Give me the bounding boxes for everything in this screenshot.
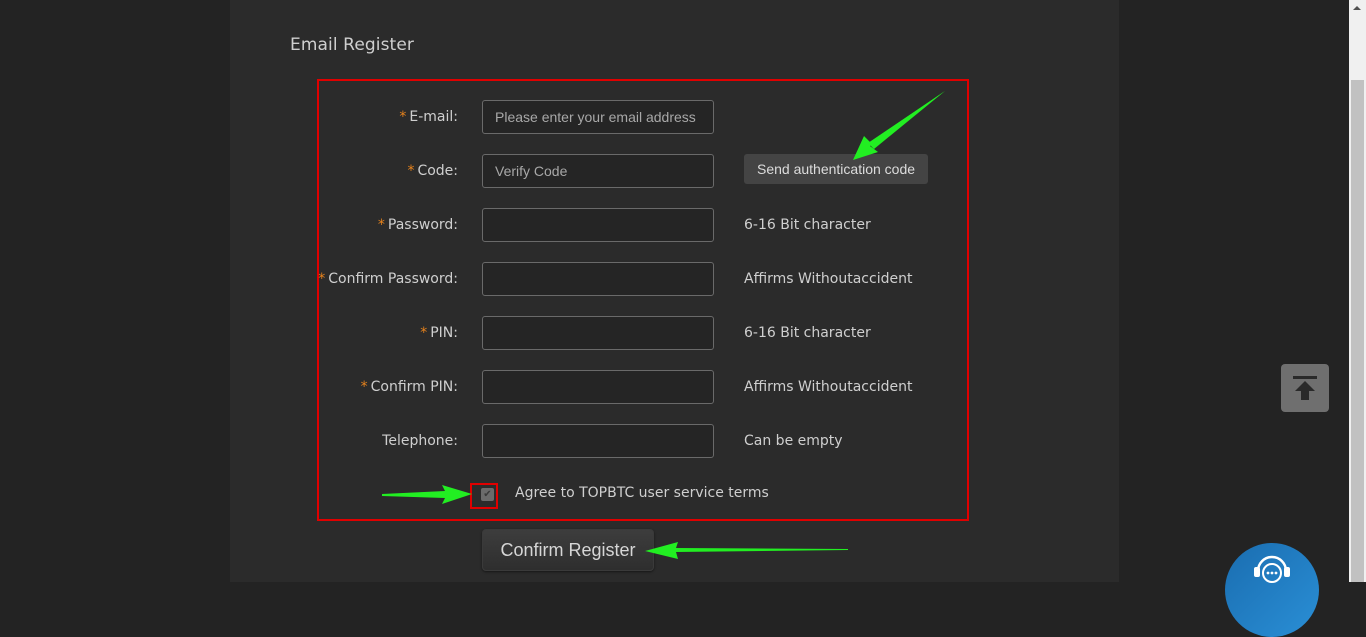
required-star: * (399, 109, 407, 125)
customer-service-headset-icon (1254, 555, 1290, 583)
telephone-label: Telephone: (382, 433, 458, 449)
vertical-scrollbar[interactable] (1349, 0, 1366, 582)
password-label: * Password: (377, 217, 458, 233)
confirm-password-label: * Confirm Password: (318, 271, 458, 287)
pin-input[interactable] (482, 316, 714, 350)
required-star: * (377, 217, 385, 233)
email-row: * E-mail: (230, 100, 1119, 134)
arrow-up-to-top-icon (1293, 376, 1317, 400)
confirm-register-button[interactable]: Confirm Register (482, 529, 654, 571)
confirm-password-hint: Affirms Withoutaccident (744, 271, 913, 287)
customer-service-chat-button[interactable] (1225, 543, 1319, 637)
pin-row: * PIN: 6-16 Bit character (230, 316, 1119, 350)
email-label: * E-mail: (399, 109, 458, 125)
password-hint: 6-16 Bit character (744, 217, 871, 233)
register-panel: Email Register *E-mail: *Code: Send auth… (230, 0, 1119, 582)
agree-terms-checkbox[interactable]: ✔ (481, 488, 494, 501)
password-row: * Password: 6-16 Bit character (230, 208, 1119, 242)
telephone-hint: Can be empty (744, 433, 843, 449)
code-label: * Code: (407, 163, 458, 179)
scroll-up-arrow-icon[interactable] (1353, 6, 1361, 10)
agree-terms-row: ✔ Agree to TOPBTC user service terms (230, 482, 1119, 509)
required-star: * (420, 325, 428, 341)
pin-hint: 6-16 Bit character (744, 325, 871, 341)
confirm-pin-hint: Affirms Withoutaccident (744, 379, 913, 395)
send-authentication-code-button[interactable]: Send authentication code (744, 154, 929, 184)
confirm-pin-row: * Confirm PIN: Affirms Withoutaccident (230, 370, 1119, 404)
code-row: *Code: Send authentication code (230, 154, 1119, 188)
required-star: * (407, 163, 415, 179)
telephone-input[interactable] (482, 424, 714, 458)
confirm-pin-input[interactable] (482, 370, 714, 404)
required-star: * (318, 271, 326, 287)
required-star: * (360, 379, 368, 395)
pin-label: * PIN: (420, 325, 458, 341)
agree-terms-label[interactable]: Agree to TOPBTC user service terms (515, 482, 769, 504)
email-input[interactable] (482, 100, 714, 134)
password-input[interactable] (482, 208, 714, 242)
scrollbar-thumb[interactable] (1351, 80, 1364, 582)
verify-code-input[interactable] (482, 154, 714, 188)
confirm-password-input[interactable] (482, 262, 714, 296)
telephone-row: Telephone: Can be empty (230, 424, 1119, 458)
confirm-password-row: * Confirm Password: Affirms Withoutaccide… (230, 262, 1119, 296)
checkmark-icon: ✔ (483, 489, 492, 500)
back-to-top-button[interactable] (1281, 364, 1329, 412)
confirm-pin-label: * Confirm PIN: (360, 379, 458, 395)
page-title: Email Register (290, 35, 414, 55)
